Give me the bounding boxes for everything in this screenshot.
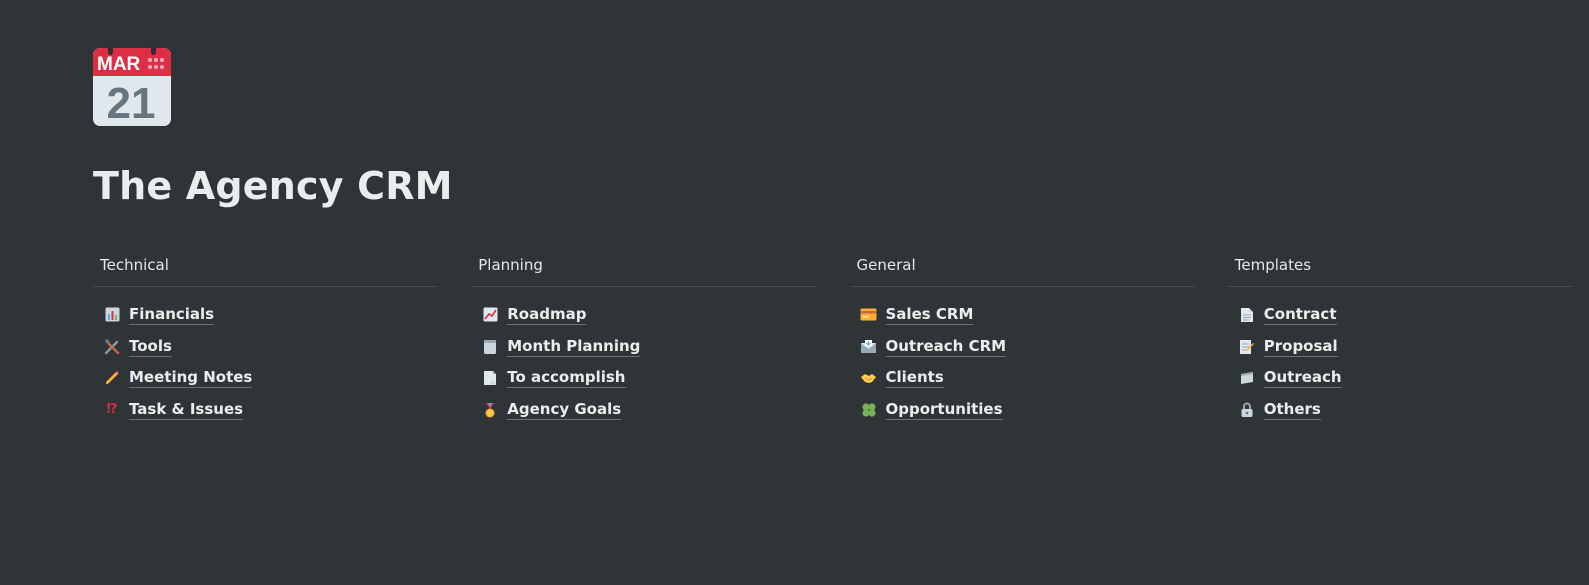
link-opportunities[interactable]: Opportunities	[860, 394, 1195, 426]
column-technical: Technical Financials Tools Meeting Notes…	[93, 252, 439, 426]
credit-card-icon	[860, 306, 878, 324]
link-label: Proposal	[1263, 336, 1338, 357]
page-title: The Agency CRM	[93, 164, 453, 208]
link-meeting-notes[interactable]: Meeting Notes	[103, 362, 438, 394]
hammer-wrench-icon	[103, 338, 121, 356]
page: MAR 21 The Agency CRM Technical Financia…	[0, 0, 1589, 585]
envelope-icon	[860, 338, 878, 356]
link-label: Contract	[1263, 304, 1337, 325]
link-label: Task & Issues	[129, 399, 244, 420]
link-agency-goals[interactable]: Agency Goals	[481, 394, 816, 426]
column-planning: Planning Roadmap Month Planning To accom…	[471, 252, 817, 426]
link-outreach[interactable]: Outreach	[1238, 362, 1573, 394]
link-label: Clients	[885, 368, 944, 389]
link-label: Meeting Notes	[129, 368, 253, 389]
column-templates: Templates Contract Proposal Outreach Oth…	[1227, 252, 1573, 426]
memo-icon	[1238, 338, 1256, 356]
link-label: Others	[1263, 399, 1321, 420]
page-icon	[481, 369, 499, 387]
link-label: Opportunities	[885, 399, 1003, 420]
link-list: Roadmap Month Planning To accomplish Age…	[471, 299, 816, 426]
link-outreach-crm[interactable]: Outreach CRM	[860, 331, 1195, 363]
column-header: Technical	[93, 252, 439, 287]
link-contract[interactable]: Contract	[1238, 299, 1573, 331]
trending-chart-icon	[481, 306, 499, 324]
column-header: Planning	[471, 252, 817, 287]
link-label: Financials	[129, 304, 215, 325]
link-task-issues[interactable]: ⁉ Task & Issues	[103, 394, 438, 426]
calendar-month-text: MAR	[97, 54, 141, 75]
link-roadmap[interactable]: Roadmap	[481, 299, 816, 331]
link-others[interactable]: Others	[1238, 394, 1573, 426]
column-general: General Sales CRM Outreach CRM Clients O…	[849, 252, 1195, 426]
pencil-icon	[103, 369, 121, 387]
link-label: Month Planning	[507, 336, 641, 357]
link-list: Financials Tools Meeting Notes ⁉ Task & …	[93, 299, 438, 426]
interrobang-icon: ⁉	[106, 402, 118, 418]
document-icon	[1238, 306, 1256, 324]
link-clients[interactable]: Clients	[860, 362, 1195, 394]
link-sales-crm[interactable]: Sales CRM	[860, 299, 1195, 331]
link-label: Sales CRM	[885, 304, 974, 325]
handshake-icon	[860, 369, 878, 387]
link-list: Contract Proposal Outreach Others	[1228, 299, 1573, 426]
link-columns: Technical Financials Tools Meeting Notes…	[93, 252, 1573, 426]
clover-icon	[860, 401, 878, 419]
bookmark-icon	[1238, 369, 1256, 387]
column-header: Templates	[1227, 252, 1573, 287]
calendar-day-text: 21	[107, 79, 156, 126]
link-to-accomplish[interactable]: To accomplish	[481, 362, 816, 394]
lock-icon	[1238, 401, 1256, 419]
notepad-icon	[481, 338, 499, 356]
link-financials[interactable]: Financials	[103, 299, 438, 331]
column-header: General	[849, 252, 1195, 287]
link-label: Outreach	[1263, 368, 1342, 389]
link-tools[interactable]: Tools	[103, 331, 438, 363]
link-month-planning[interactable]: Month Planning	[481, 331, 816, 363]
calendar-page-icon[interactable]: MAR 21	[93, 46, 171, 128]
medal-icon	[481, 401, 499, 419]
link-label: Roadmap	[507, 304, 587, 325]
link-label: To accomplish	[507, 368, 626, 389]
link-list: Sales CRM Outreach CRM Clients Opportuni…	[850, 299, 1195, 426]
bar-chart-icon	[103, 306, 121, 324]
link-label: Tools	[129, 336, 172, 357]
link-label: Outreach CRM	[885, 336, 1007, 357]
link-label: Agency Goals	[507, 399, 622, 420]
link-proposal[interactable]: Proposal	[1238, 331, 1573, 363]
